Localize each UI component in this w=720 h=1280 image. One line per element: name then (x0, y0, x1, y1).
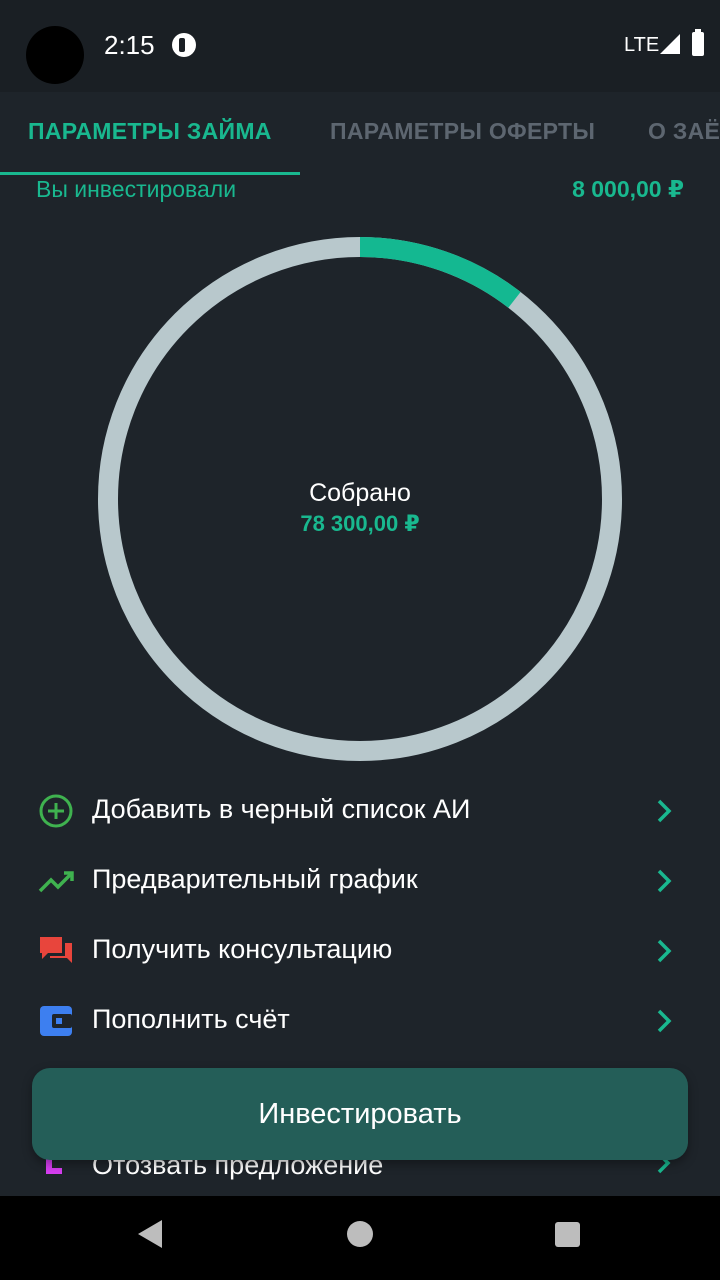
recents-icon[interactable] (555, 1222, 580, 1247)
collected-value: 78 300,00 ₽ (300, 511, 420, 536)
chevron-right-icon (657, 1009, 672, 1033)
signal-icon (660, 34, 680, 54)
menu-item-label: Добавить в черный список АИ (92, 794, 471, 824)
invest-button[interactable]: Инвестировать (32, 1068, 688, 1160)
tab-loan-parameters[interactable]: ПАРАМЕТРЫ ЗАЙМА (28, 118, 272, 145)
invested-label: Вы инвестировали (36, 176, 237, 202)
home-icon[interactable] (347, 1221, 373, 1247)
menu-item-label: Пополнить счёт (92, 1004, 290, 1034)
menu-item-blacklist[interactable]: Добавить в черный список АИ (0, 776, 720, 846)
menu-item-label: Предварительный график (92, 864, 418, 894)
menu-item-schedule[interactable]: Предварительный график (0, 846, 720, 916)
battery-icon (692, 29, 704, 56)
chevron-right-icon (657, 939, 672, 963)
camera-cutout (26, 26, 84, 84)
invested-value: 8 000,00 ₽ (572, 176, 684, 202)
notification-app-icon (172, 33, 196, 57)
network-type-label: LTE (624, 34, 660, 56)
trend-line-icon (38, 871, 74, 893)
collected-progress-ring: Собрано 78 300,00 ₽ (96, 235, 624, 763)
status-time: 2:15 (104, 30, 155, 60)
chat-bubbles-icon (40, 937, 72, 963)
menu-item-consultation[interactable]: Получить консультацию (0, 916, 720, 986)
menu-item-top-up[interactable]: Пополнить счёт (0, 986, 720, 1056)
tab-bar: ПАРАМЕТРЫ ЗАЙМА ПАРАМЕТРЫ ОФЕРТЫ О ЗАЁМЩ… (0, 92, 720, 176)
tab-borrower[interactable]: О ЗАЁМЩИКЕ (648, 118, 720, 145)
collected-label: Собрано (309, 479, 411, 507)
menu-item-label: Получить консультацию (92, 934, 393, 964)
back-icon[interactable] (136, 1218, 164, 1250)
chevron-right-icon (657, 869, 672, 893)
status-bar: 2:15 LTE (0, 0, 720, 92)
wallet-icon (40, 1006, 72, 1036)
plus-circle-icon (39, 794, 73, 828)
chevron-right-icon (657, 799, 672, 823)
tab-offer-parameters[interactable]: ПАРАМЕТРЫ ОФЕРТЫ (330, 118, 595, 145)
system-nav-bar (0, 1196, 720, 1280)
active-tab-indicator (0, 172, 300, 175)
